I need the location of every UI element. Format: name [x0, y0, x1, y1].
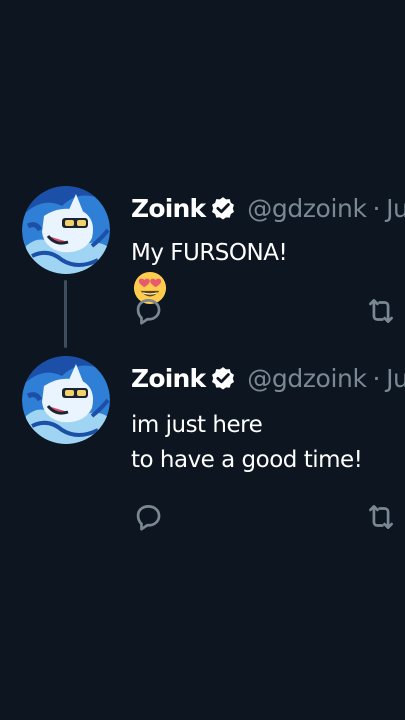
reply-icon [136, 505, 161, 531]
tweet-thread: Zoink @gdzoink · Ju My FURSONA! Zoink @g… [0, 0, 405, 720]
verified-badge-icon [209, 364, 237, 392]
handle[interactable]: @gdzoink [247, 364, 367, 393]
reply-button[interactable] [131, 500, 165, 534]
retweet-button[interactable] [364, 294, 398, 328]
separator-dot: · [372, 193, 381, 223]
display-name[interactable]: Zoink [131, 194, 206, 223]
tweet-text-line: to have a good time! [131, 447, 363, 473]
retweet-icon [369, 299, 393, 323]
retweet-button[interactable] [364, 500, 398, 534]
tweet-header: Zoink @gdzoink · Ju [131, 190, 405, 226]
reply-icon [136, 299, 161, 325]
avatar[interactable] [22, 356, 110, 444]
tweet-header: Zoink @gdzoink · Ju [131, 360, 405, 396]
tweet-date[interactable]: Ju [386, 194, 405, 223]
verified-badge-icon [209, 194, 237, 222]
tweet-date[interactable]: Ju [386, 364, 405, 393]
reply-button[interactable] [131, 294, 165, 328]
handle[interactable]: @gdzoink [247, 194, 367, 223]
retweet-icon [369, 505, 393, 529]
tweet-text-line: im just here [131, 412, 263, 438]
thread-connector-line [64, 280, 67, 348]
display-name[interactable]: Zoink [131, 364, 206, 393]
tweet-text: im just here to have a good time! [131, 408, 363, 478]
separator-dot: · [372, 363, 381, 393]
avatar[interactable] [22, 186, 110, 274]
